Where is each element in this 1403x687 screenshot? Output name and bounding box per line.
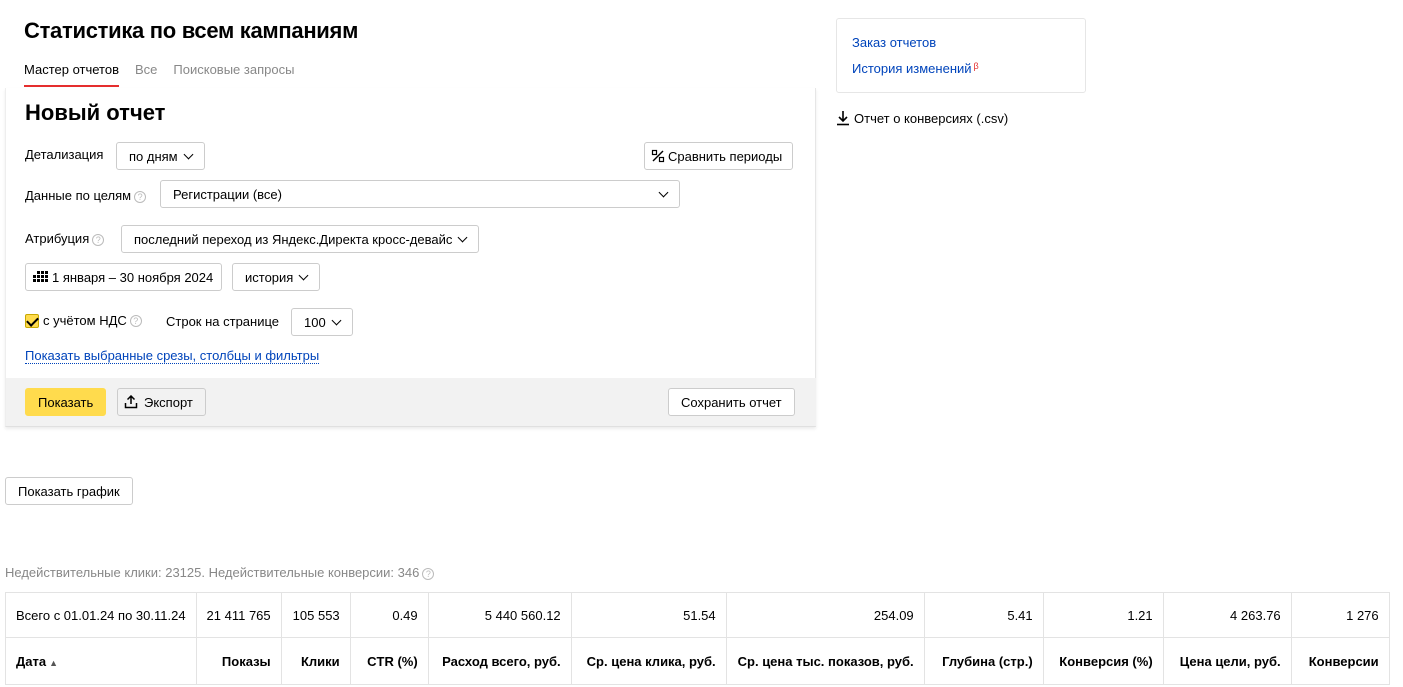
download-icon	[837, 111, 849, 126]
header-row: Дата ▲ Показы Клики CTR (%) Расход всего,…	[5, 637, 1390, 685]
total-cell: Всего с 01.01.24 по 30.11.24	[5, 592, 197, 638]
column-header[interactable]: Конверсии	[1290, 637, 1390, 685]
attribution-select[interactable]: последний переход из Яндекс.Директа крос…	[121, 225, 480, 253]
attribution-value: последний переход из Яндекс.Директа крос…	[134, 231, 453, 247]
date-range-picker[interactable]: 1 января – 30 ноября 2024	[25, 263, 222, 291]
total-cell: 1 276	[1290, 592, 1390, 638]
help-icon[interactable]: ?	[134, 190, 147, 203]
total-cell: 51.54	[570, 592, 727, 638]
tab-all[interactable]: Все	[135, 62, 157, 87]
report-panel: Новый отчет Детализация по дням Сравнить…	[5, 88, 816, 427]
conversions-csv-link[interactable]: Отчет о конверсиях (.csv)	[836, 110, 1008, 126]
rows-per-page-select[interactable]: 100	[291, 308, 353, 336]
invalid-clicks-note: Недействительные клики: 23125. Недействи…	[5, 565, 435, 580]
order-reports-link[interactable]: Заказ отчетов	[852, 35, 936, 50]
beta-badge: β	[973, 61, 979, 71]
tab-search-queries[interactable]: Поисковые запросы	[173, 62, 294, 87]
column-header[interactable]: Показы	[195, 637, 282, 685]
export-button[interactable]: Экспорт	[117, 388, 206, 416]
column-header[interactable]: Ср. цена тыс. показов, руб.	[725, 637, 925, 685]
goals-value: Регистрации (все)	[173, 186, 282, 202]
detail-select[interactable]: по дням	[116, 142, 205, 170]
help-icon[interactable]: ?	[129, 314, 142, 327]
show-filters-link[interactable]: Показать выбранные срезы, столбцы и филь…	[25, 348, 320, 364]
vat-checkbox-row[interactable]: с учётом НДС?	[25, 313, 142, 328]
tab-report-master[interactable]: Мастер отчетов	[24, 62, 119, 87]
total-cell: 5.41	[923, 592, 1044, 638]
total-cell: 105 553	[280, 592, 351, 638]
help-icon[interactable]: ?	[92, 233, 105, 246]
total-cell: 5 440 560.12	[427, 592, 572, 638]
history-select[interactable]: история	[232, 263, 321, 291]
save-report-button[interactable]: Сохранить отчет	[668, 388, 795, 416]
compare-periods-button[interactable]: Сравнить периоды	[644, 142, 794, 170]
column-header[interactable]: Конверсия (%)	[1042, 637, 1164, 685]
show-chart-button[interactable]: Показать график	[5, 477, 133, 505]
column-header[interactable]: Цена цели, руб.	[1162, 637, 1292, 685]
vat-checkbox[interactable]	[25, 313, 39, 328]
column-header[interactable]: CTR (%)	[349, 637, 429, 685]
vat-label: с учётом НДС	[43, 313, 127, 328]
show-button[interactable]: Показать	[25, 388, 107, 416]
column-header[interactable]: Ср. цена клика, руб.	[570, 637, 727, 685]
history-value: история	[245, 269, 294, 285]
column-header[interactable]: Клики	[280, 637, 351, 685]
goals-label: Данные по целям?	[25, 188, 147, 203]
total-cell: 254.09	[725, 592, 925, 638]
statistics-table: Всего с 01.01.24 по 30.11.24 21 411 765 …	[5, 592, 1390, 685]
tab-bar: Мастер отчетов Все Поисковые запросы	[24, 62, 294, 87]
report-title: Новый отчет	[25, 100, 166, 125]
totals-row: Всего с 01.01.24 по 30.11.24 21 411 765 …	[5, 592, 1390, 638]
rows-label: Строк на странице	[166, 314, 280, 329]
compare-periods-label: Сравнить периоды	[668, 148, 783, 164]
chevron-down-icon	[658, 187, 669, 197]
chevron-down-icon	[183, 149, 194, 159]
attribution-label: Атрибуция?	[25, 231, 105, 246]
sort-ascending-icon: ▲	[49, 657, 59, 668]
column-header[interactable]: Расход всего, руб.	[427, 637, 572, 685]
total-cell: 21 411 765	[195, 592, 282, 638]
upload-icon	[124, 395, 138, 409]
page-title: Статистика по всем кампаниям	[24, 18, 359, 43]
detail-label: Детализация	[25, 147, 104, 162]
date-range-value: 1 января – 30 ноября 2024	[52, 269, 214, 285]
total-cell: 0.49	[349, 592, 429, 638]
csv-label: Отчет о конверсиях (.csv)	[854, 110, 1009, 126]
column-header-date[interactable]: Дата ▲	[5, 637, 197, 685]
chevron-down-icon	[331, 315, 342, 325]
rows-value: 100	[304, 314, 326, 330]
calendar-icon	[33, 271, 48, 282]
chevron-down-icon	[457, 232, 468, 242]
detail-value: по дням	[129, 148, 178, 164]
compare-icon	[651, 149, 665, 163]
history-link[interactable]: История изменений β	[852, 61, 979, 76]
report-footer: Показать Экспорт Сохранить отчет	[6, 378, 816, 426]
chevron-down-icon	[298, 270, 309, 280]
column-header[interactable]: Глубина (стр.)	[923, 637, 1044, 685]
goals-select[interactable]: Регистрации (все)	[160, 180, 680, 208]
total-cell: 4 263.76	[1162, 592, 1292, 638]
export-label: Экспорт	[144, 394, 193, 410]
side-links-box: Заказ отчетов История изменений β	[836, 18, 1086, 93]
total-cell: 1.21	[1042, 592, 1164, 638]
help-icon[interactable]: ?	[422, 567, 435, 580]
